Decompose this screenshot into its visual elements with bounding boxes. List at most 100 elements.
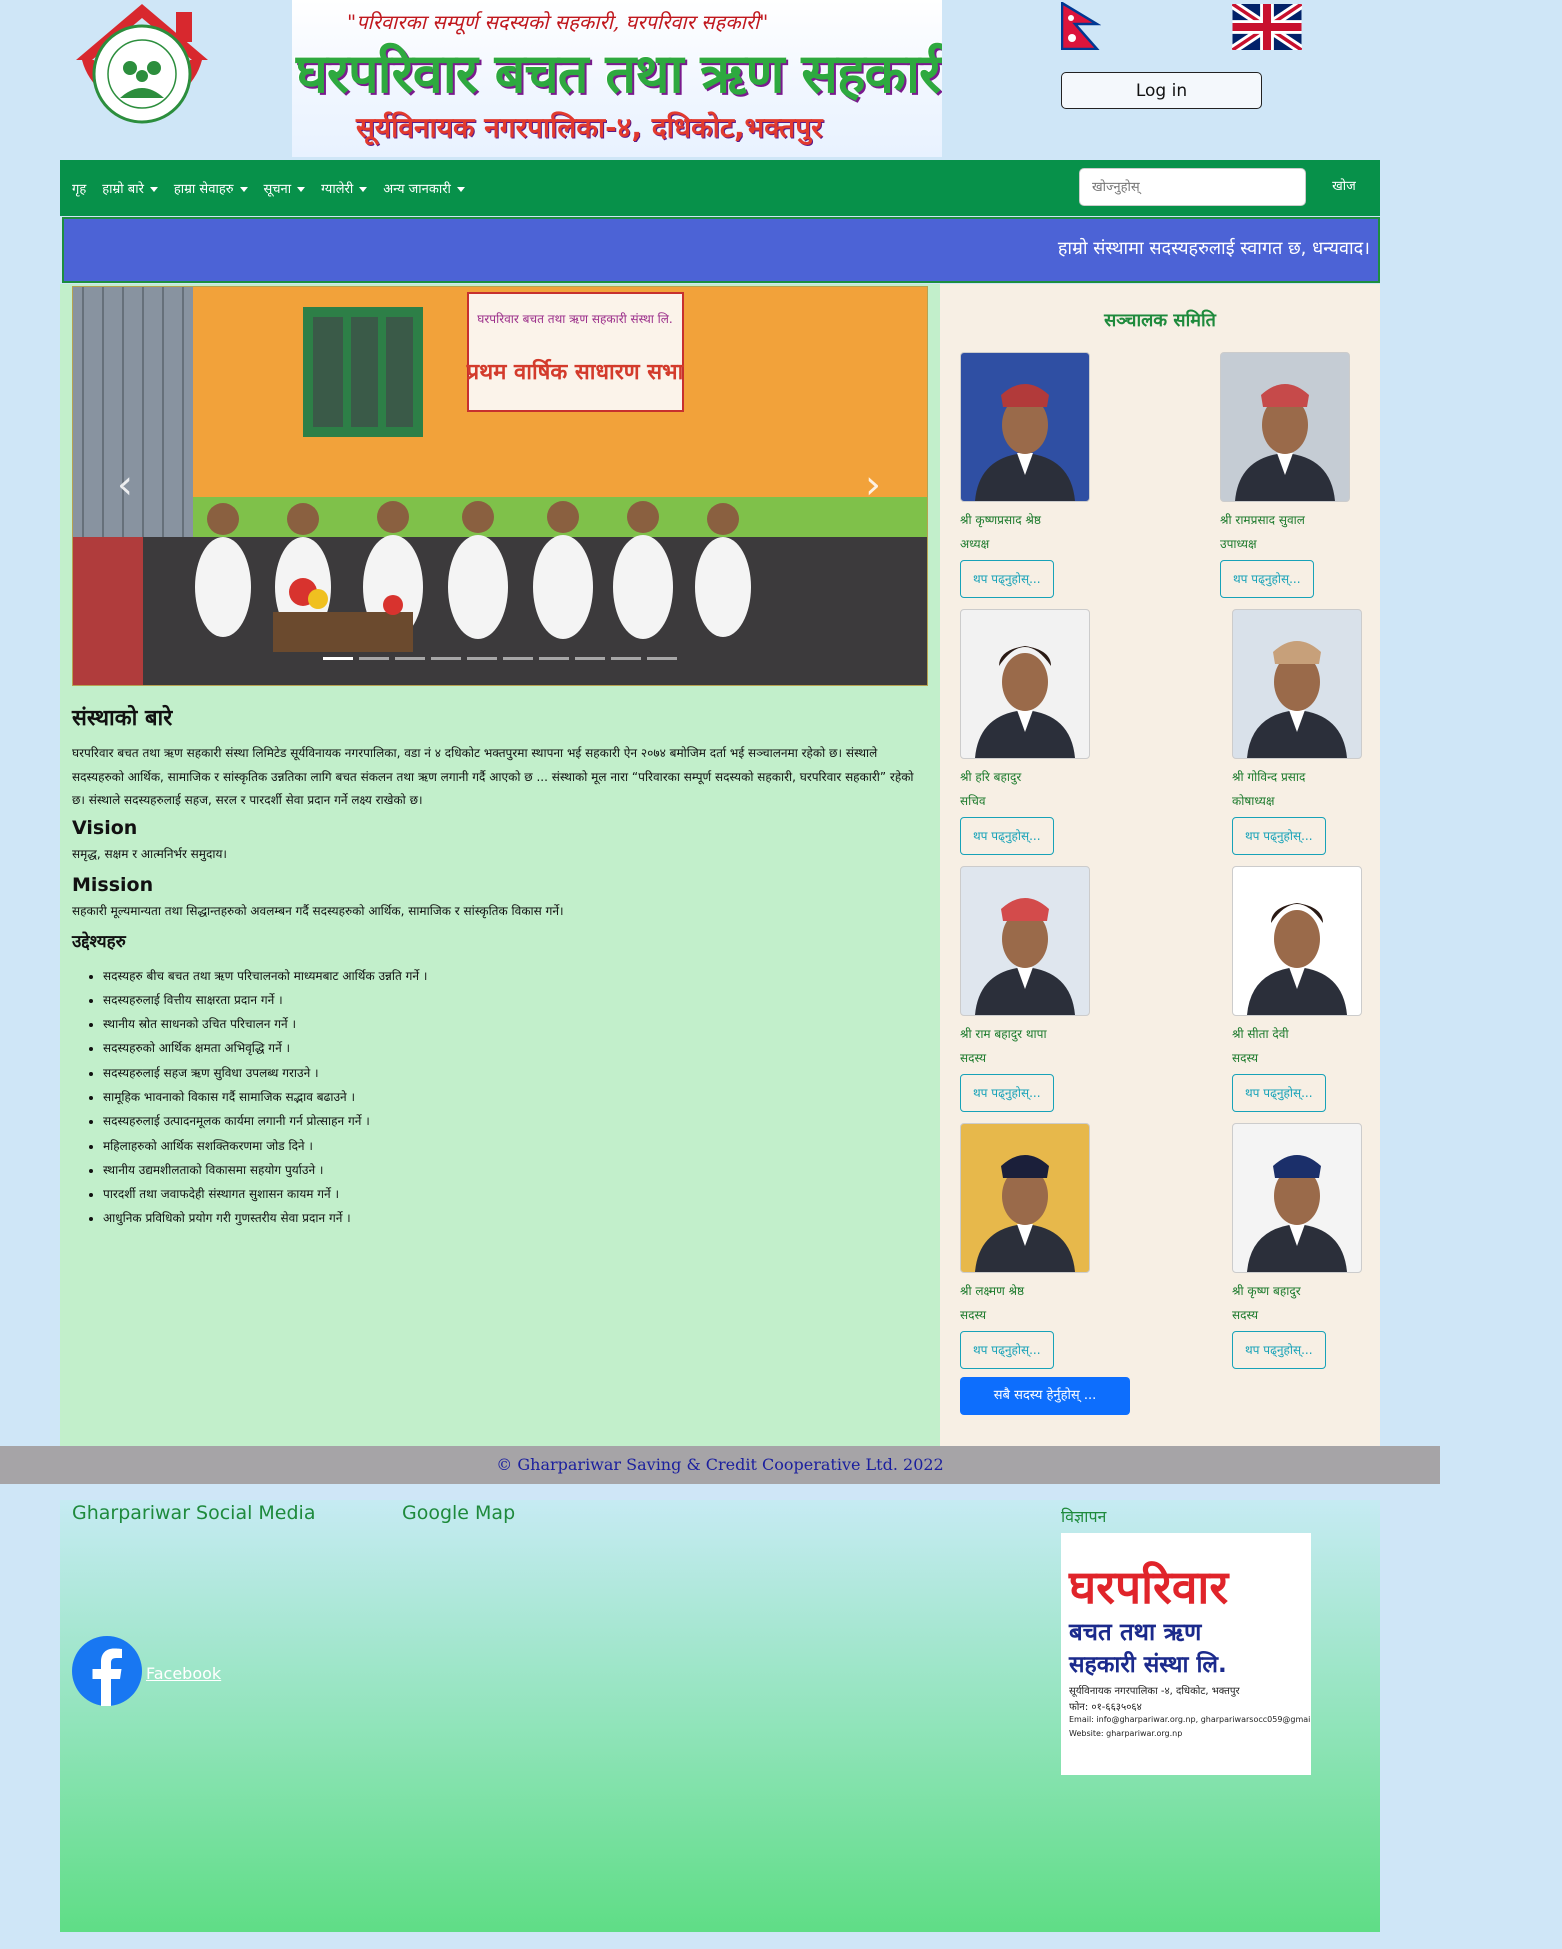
- ad-line-3: सहकारी संस्था लि.: [1069, 1652, 1227, 1678]
- member-photo: [1232, 1123, 1362, 1273]
- board-member-card: श्री गोविन्द प्रसाद कोषाध्यक्ष थप पढ्नुहोस…: [1232, 609, 1402, 855]
- read-more-button[interactable]: थप पढ्नुहोस्...: [1232, 817, 1326, 855]
- member-name: श्री सीता देवी: [1232, 1027, 1289, 1041]
- read-more-button[interactable]: थप पढ्नुहोस्...: [960, 560, 1054, 598]
- objective-item: आधुनिक प्रविधिको प्रयोग गरी गुणस्तरीय से…: [103, 1206, 928, 1230]
- objective-item: महिलाहरुको आर्थिक सशक्तिकरणमा जोड दिने ।: [103, 1134, 928, 1158]
- nav-item-label: हाम्रा सेवाहरु: [173, 182, 234, 197]
- nav-item-3[interactable]: सूचना: [264, 179, 306, 197]
- ad-email: Email: info@gharpariwar.org.np, gharpari…: [1069, 1715, 1311, 1724]
- board-title: सञ्चालक समिति: [1104, 310, 1216, 331]
- facebook-label[interactable]: Facebook: [146, 1664, 221, 1683]
- read-more-button[interactable]: थप पढ्नुहोस्...: [1232, 1331, 1326, 1369]
- search-button[interactable]: खोज: [1318, 168, 1370, 206]
- main-navbar: गृह हाम्रो बारे हाम्रा सेवाहरु सूचना ग्यालेर…: [60, 160, 1380, 216]
- objective-item: सदस्यहरुको आर्थिक क्षमता अभिवृद्धि गर्ने…: [103, 1036, 928, 1060]
- read-more-button[interactable]: थप पढ्नुहोस्...: [1232, 1074, 1326, 1112]
- nav-item-0[interactable]: गृह: [72, 179, 86, 197]
- carousel-indicator[interactable]: [467, 657, 497, 660]
- board-of-directors: सञ्चालक समिति श्री कृष्णप्रसाद श्रेष्ठ अध…: [940, 284, 1380, 1446]
- login-button[interactable]: Log in: [1061, 72, 1262, 109]
- nav-item-4[interactable]: ग्यालेरी: [321, 179, 368, 197]
- caret-down-icon: [456, 187, 465, 192]
- nav-item-label: अन्य जानकारी: [383, 182, 451, 197]
- nav-menu: गृह हाम्रो बारे हाम्रा सेवाहरु सूचना ग्यालेर…: [72, 160, 465, 216]
- read-more-button[interactable]: थप पढ्नुहोस्...: [960, 817, 1054, 855]
- facebook-link[interactable]: Facebook: [72, 1636, 221, 1710]
- carousel-indicator[interactable]: [503, 657, 533, 660]
- cooperative-logo[interactable]: [72, 2, 212, 140]
- read-more-button[interactable]: थप पढ्नुहोस्...: [960, 1074, 1054, 1112]
- objective-item: सदस्यहरुलाई वित्तीय साक्षरता प्रदान गर्न…: [103, 988, 928, 1012]
- carousel-slide-image: घरपरिवार बचत तथा ऋण सहकारी संस्था लि. प्…: [73, 287, 927, 685]
- carousel-indicator[interactable]: [575, 657, 605, 660]
- footer: Gharpariwar Social Media Facebook Google…: [60, 1500, 1380, 1932]
- objective-item: स्थानीय स्रोत साधनको उचित परिचालन गर्ने …: [103, 1012, 928, 1036]
- ad-website: Website: gharpariwar.org.np: [1069, 1729, 1183, 1738]
- view-all-members-button[interactable]: सबै सदस्य हेर्नुहोस् ...: [960, 1377, 1130, 1415]
- copyright-text: Gharpariwar Saving & Credit Cooperative …: [517, 1455, 944, 1474]
- vision-text: समृद्ध, सक्षम र आत्मनिर्भर समुदाय।: [72, 846, 227, 861]
- carousel-indicator[interactable]: [395, 657, 425, 660]
- board-member-card: श्री हरि बहादुर सचिव थप पढ्नुहोस्...: [960, 609, 1130, 855]
- google-map-heading: Google Map: [402, 1502, 516, 1524]
- board-member-card: श्री सीता देवी सदस्य थप पढ्नुहोस्...: [1232, 866, 1402, 1112]
- slide-banner-title: प्रथम वार्षिक साधारण सभा: [466, 358, 685, 385]
- board-member-card: श्री कृष्णप्रसाद श्रेष्ठ अध्यक्ष थप पढ्नुह…: [960, 352, 1130, 598]
- board-member-card: श्री रामप्रसाद सुवाल उपाध्यक्ष थप पढ्नुहोस…: [1220, 352, 1390, 598]
- member-name: श्री लक्ष्मण श्रेष्ठ: [960, 1284, 1025, 1298]
- member-name: श्री राम बहादुर थापा: [960, 1027, 1047, 1041]
- member-photo: [960, 866, 1090, 1016]
- carousel-indicators: [323, 657, 677, 660]
- copyright-bar: © Gharpariwar Saving & Credit Cooperativ…: [0, 1446, 1440, 1484]
- carousel-indicator[interactable]: [359, 657, 389, 660]
- carousel-indicator[interactable]: [539, 657, 569, 660]
- banner-subtitle: सूर्यविनायक नगरपालिका-४, दधिकोट,भक्तपुर: [356, 111, 823, 144]
- member-role: उपाध्यक्ष: [1220, 537, 1257, 551]
- about-section: संस्थाको बारे घरपरिवार बचत तथा ऋण सहकारी…: [72, 702, 928, 1231]
- carousel-next-icon[interactable]: ›: [865, 462, 881, 508]
- objective-item: सदस्यहरु बीच बचत तथा ऋण परिचालनको माध्यम…: [103, 964, 928, 988]
- carousel-indicator[interactable]: [611, 657, 641, 660]
- mission-text: सहकारी मूल्यमान्यता तथा सिद्धान्तहरुको अ…: [72, 904, 564, 918]
- carousel-prev-icon[interactable]: ‹: [117, 462, 133, 508]
- photo-carousel[interactable]: घरपरिवार बचत तथा ऋण सहकारी संस्था लि. प्…: [72, 286, 928, 686]
- member-photo: [960, 609, 1090, 759]
- slide-banner-org: घरपरिवार बचत तथा ऋण सहकारी संस्था लि.: [477, 312, 672, 326]
- member-role: सचिव: [960, 794, 986, 808]
- member-name: श्री रामप्रसाद सुवाल: [1220, 513, 1305, 527]
- objective-item: सदस्यहरुलाई सहज ऋण सुविधा उपलब्ध गराउने …: [103, 1061, 928, 1085]
- caret-down-icon: [239, 187, 248, 192]
- nav-item-1[interactable]: हाम्रो बारे: [102, 179, 158, 197]
- nav-item-5[interactable]: अन्य जानकारी: [383, 179, 465, 197]
- caret-down-icon: [149, 187, 158, 192]
- nepali-language-flag-icon[interactable]: [1060, 0, 1102, 51]
- carousel-indicator[interactable]: [647, 657, 677, 660]
- carousel-indicator[interactable]: [323, 657, 353, 660]
- nav-item-label: हाम्रो बारे: [102, 182, 144, 197]
- member-role: सदस्य: [1232, 1308, 1259, 1322]
- english-language-flag-icon[interactable]: [1229, 0, 1305, 54]
- nav-item-2[interactable]: हाम्रा सेवाहरु: [174, 179, 248, 197]
- member-role: सदस्य: [1232, 1051, 1259, 1065]
- member-role: सदस्य: [960, 1308, 987, 1322]
- banner-title: घरपरिवार बचत तथा ऋण सहकारी संस्था लि.: [296, 42, 942, 105]
- objectives-list: सदस्यहरु बीच बचत तथा ऋण परिचालनको माध्यम…: [72, 964, 928, 1231]
- board-member-card: श्री कृष्ण बहादुर सदस्य थप पढ्नुहोस्...: [1232, 1123, 1402, 1369]
- read-more-button[interactable]: थप पढ्नुहोस्...: [960, 1331, 1054, 1369]
- board-member-card: श्री लक्ष्मण श्रेष्ठ सदस्य थप पढ्नुहोस्...: [960, 1123, 1130, 1369]
- facebook-icon[interactable]: [72, 1636, 142, 1710]
- nav-item-label: ग्यालेरी: [321, 182, 354, 197]
- advertisement-image[interactable]: घरपरिवार बचत तथा ऋण सहकारी संस्था लि. सू…: [1061, 1533, 1311, 1775]
- member-name: श्री हरि बहादुर: [960, 770, 1022, 784]
- member-role: कोषाध्यक्ष: [1232, 794, 1275, 808]
- carousel-indicator[interactable]: [431, 657, 461, 660]
- search-input[interactable]: [1079, 168, 1306, 206]
- caret-down-icon: [359, 187, 368, 192]
- member-name: श्री कृष्णप्रसाद श्रेष्ठ: [960, 513, 1041, 527]
- about-body: घरपरिवार बचत तथा ऋण सहकारी संस्था लिमिटे…: [72, 746, 914, 807]
- member-photo: [960, 352, 1090, 502]
- objective-item: सामूहिक भावनाको विकास गर्दै सामाजिक सद्भ…: [103, 1085, 928, 1109]
- read-more-button[interactable]: थप पढ्नुहोस्...: [1220, 560, 1314, 598]
- organization-banner: "परिवारका सम्पूर्ण सदस्यको सहकारी, घरपरि…: [292, 0, 942, 157]
